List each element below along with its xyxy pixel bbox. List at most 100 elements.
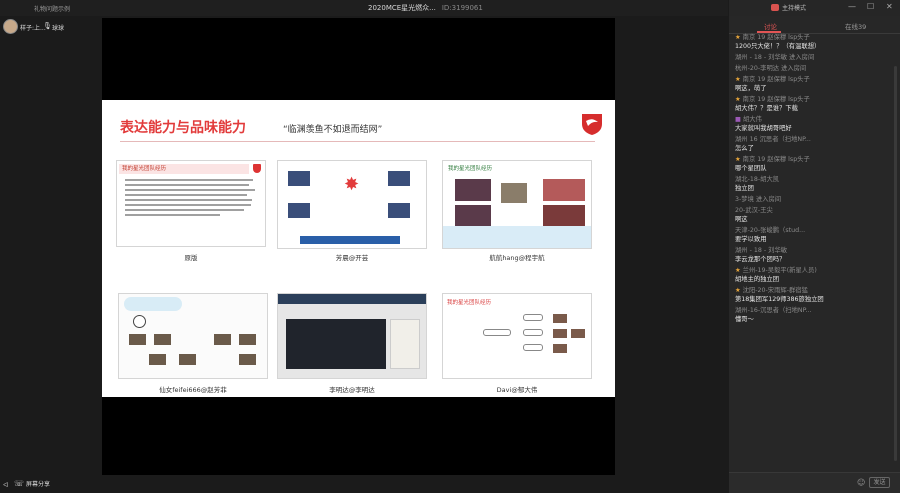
thumbnail-caption: 航航hang@程宇航 <box>489 254 545 262</box>
tab-online[interactable]: 在线39 <box>845 21 866 31</box>
slide-thumbnail: ✸ <box>277 160 427 249</box>
screen-share-button[interactable]: ☏ 屏幕分享 <box>14 479 50 488</box>
cloud-decor <box>124 297 182 311</box>
chat-message: 兰州-19-吴毅平(新星人员)胡地主的独立团 <box>735 266 897 286</box>
message-text: 啊这，萌了 <box>735 85 767 92</box>
participant-strip: 样子:上... 🎙 球球 <box>0 17 100 37</box>
chat-tabs: 讨论 在线39 <box>729 16 900 34</box>
chat-message: 湖州 16 沉思者（扫地NP... 怎么了 <box>735 135 897 155</box>
system-notice: 湖州 - 18 - 刘华敏 进入房间 <box>735 54 815 61</box>
message-author: 湖州 - 18 - 刘华敏 <box>735 247 788 254</box>
message-author: 20-武汉-王尖 <box>735 207 773 214</box>
phone-icon: ☏ <box>14 479 25 488</box>
chat-message: 南京 19 赵保穆 lsp头子1200只大佬！？（有温联想） <box>735 33 897 53</box>
message-text: 第18集团军129师386旅独立团 <box>735 296 824 303</box>
message-text: 李云龙那个团吗？ <box>735 256 786 263</box>
host-mode-button[interactable]: 主持模式 <box>782 3 806 12</box>
maximize-icon[interactable]: ☐ <box>867 2 874 11</box>
room-id: ID:3199061 <box>441 4 483 12</box>
message-text: 哪个星团队 <box>735 165 767 172</box>
photo <box>286 319 386 369</box>
chat-message: 天津-20-张峻鹏（stud... 要学以致用 <box>735 226 897 246</box>
slide-thumbnail: 我的星光团队经历 <box>442 293 592 379</box>
message-author: 南京 19 赵保穆 lsp头子 <box>735 95 897 104</box>
collapse-icon[interactable]: ᐊ <box>3 481 8 489</box>
participant-name: 样子:上... <box>20 25 46 32</box>
slide-thumbnail <box>118 293 268 379</box>
banner-bar <box>300 236 400 244</box>
message-author: 湖州 16 沉思者（扫地NP... <box>735 136 811 143</box>
chat-message: 湖北-18-胡大凯 独立团 <box>735 175 897 195</box>
slide-thumbnail <box>277 293 427 379</box>
message-text: 独立团 <box>735 185 754 192</box>
message-text: 胡地主的独立团 <box>735 276 780 283</box>
chat-message: 湖州-16-沉思者（扫地NP... 懂哥～ <box>735 306 897 326</box>
slide-subtitle: “临渊羡鱼不如退而结网” <box>283 125 383 135</box>
video-stage: 表达能力与品味能力 “临渊羡鱼不如退而结网” 我的星光团队经历 原版 ✸ 芳晨@… <box>102 18 615 475</box>
chat-message: 湖州 - 18 - 刘华敏 进入房间 <box>735 53 897 64</box>
chat-message: 20-武汉-王尖 啊这 <box>735 206 897 226</box>
minimize-icon[interactable]: — <box>848 2 856 11</box>
message-text: 啊这 <box>735 216 748 223</box>
participant-name: 球球 <box>52 25 65 32</box>
chat-message: 胡大伟大家就叫我胡哥吧好 <box>735 115 897 135</box>
tab-discussion[interactable]: 讨论 <box>764 21 777 31</box>
message-author: 沈阳-20-宋雨辉-群宿猛 <box>735 286 897 295</box>
chat-message: 南京 19 赵保穆 lsp头子哪个星团队 <box>735 155 897 175</box>
text-block <box>125 176 260 219</box>
thumbnail-caption: 芳晨@开芸 <box>335 254 369 262</box>
message-author: 湖州-16-沉思者（扫地NP... <box>735 307 812 314</box>
chat-input-bar[interactable]: ☺ 发送 <box>729 472 900 493</box>
avatar[interactable] <box>3 19 18 34</box>
title-bar: 礼物问题示例 2020MCE星光燃众... ID:3199061 <box>0 0 728 16</box>
message-author: 天津-20-张峻鹏（stud... <box>735 227 806 234</box>
message-text: 懂哥～ <box>735 316 754 323</box>
chat-scrollbar[interactable] <box>894 66 897 461</box>
slide-thumbnail: 我的星光团队经历 <box>442 160 592 249</box>
chat-message: 南京 19 赵保穆 lsp头子啊这，萌了 <box>735 75 897 95</box>
message-list: 南京 19 赵保穆 lsp头子1200只大佬！？（有温联想）湖州 - 18 - … <box>735 33 897 326</box>
message-text: 胡大伟？？是谁？下载 <box>735 105 798 112</box>
microphone-icon: 🎙 <box>43 22 52 30</box>
screen-share-label: 屏幕分享 <box>25 481 50 488</box>
message-author: 南京 19 赵保穆 lsp头子 <box>735 155 897 164</box>
message-author: 南京 19 赵保穆 lsp头子 <box>735 75 897 84</box>
thumbnail-heading: 我的星光团队经历 <box>119 164 249 174</box>
brand-label: 礼物问题示例 <box>34 6 71 13</box>
thumbnail-caption: 李明达@李明达 <box>329 386 375 394</box>
message-author: 胡大伟 <box>735 115 897 124</box>
window-controls: 主持模式 — ☐ ✕ <box>729 0 900 16</box>
thumbnail-heading: 我的星光团队经历 <box>447 300 492 306</box>
message-text: 怎么了 <box>735 145 754 152</box>
chat-message: 3-梦境 进入房间 <box>735 195 897 206</box>
message-text: 1200只大佬！？（有温联想） <box>735 43 821 50</box>
thumbnail-heading: 我的星光团队经历 <box>448 166 493 172</box>
emoji-icon[interactable]: ☺ <box>857 478 865 487</box>
window-title: 2020MCE星光燃众... ID:3199061 <box>368 3 483 13</box>
message-text: 要学以致用 <box>735 236 767 243</box>
chat-message: 湖州 - 18 - 刘华敏 李云龙那个团吗？ <box>735 246 897 266</box>
message-author: 南京 19 赵保穆 lsp头子 <box>735 33 897 42</box>
system-notice: 3-梦境 进入房间 <box>735 196 782 203</box>
shield-logo-icon <box>582 114 602 135</box>
shared-slide: 表达能力与品味能力 “临渊羡鱼不如退而结网” 我的星光团队经历 原版 ✸ 芳晨@… <box>102 100 615 397</box>
thumbnail-header-bar <box>278 294 426 304</box>
slide-title: 表达能力与品味能力 <box>120 120 246 136</box>
room-title: 2020MCE星光燃众... <box>368 4 436 12</box>
decor-floor <box>443 226 591 248</box>
close-icon[interactable]: ✕ <box>886 2 893 11</box>
chat-message: 杭州-20-李明达 进入房间 <box>735 64 897 75</box>
thumbnail-caption: Davi@郁大伟 <box>496 386 538 394</box>
message-text: 大家就叫我胡哥吧好 <box>735 125 792 132</box>
message-author: 兰州-19-吴毅平(新星人员) <box>735 266 897 275</box>
chat-message: 南京 19 赵保穆 lsp头子胡大伟？？是谁？下载 <box>735 95 897 115</box>
shield-icon <box>253 164 261 173</box>
chat-panel: 讨论 在线39 南京 19 赵保穆 lsp头子1200只大佬！？（有温联想）湖州… <box>729 16 900 493</box>
message-author: 湖北-18-胡大凯 <box>735 176 780 183</box>
slide-thumbnail: 我的星光团队经历 <box>116 160 266 247</box>
star-icon: ✸ <box>344 174 360 195</box>
smiley-icon <box>133 315 146 328</box>
system-notice: 杭州-20-李明达 进入房间 <box>735 65 807 72</box>
text-panel <box>390 319 420 369</box>
send-button[interactable]: 发送 <box>869 477 890 488</box>
